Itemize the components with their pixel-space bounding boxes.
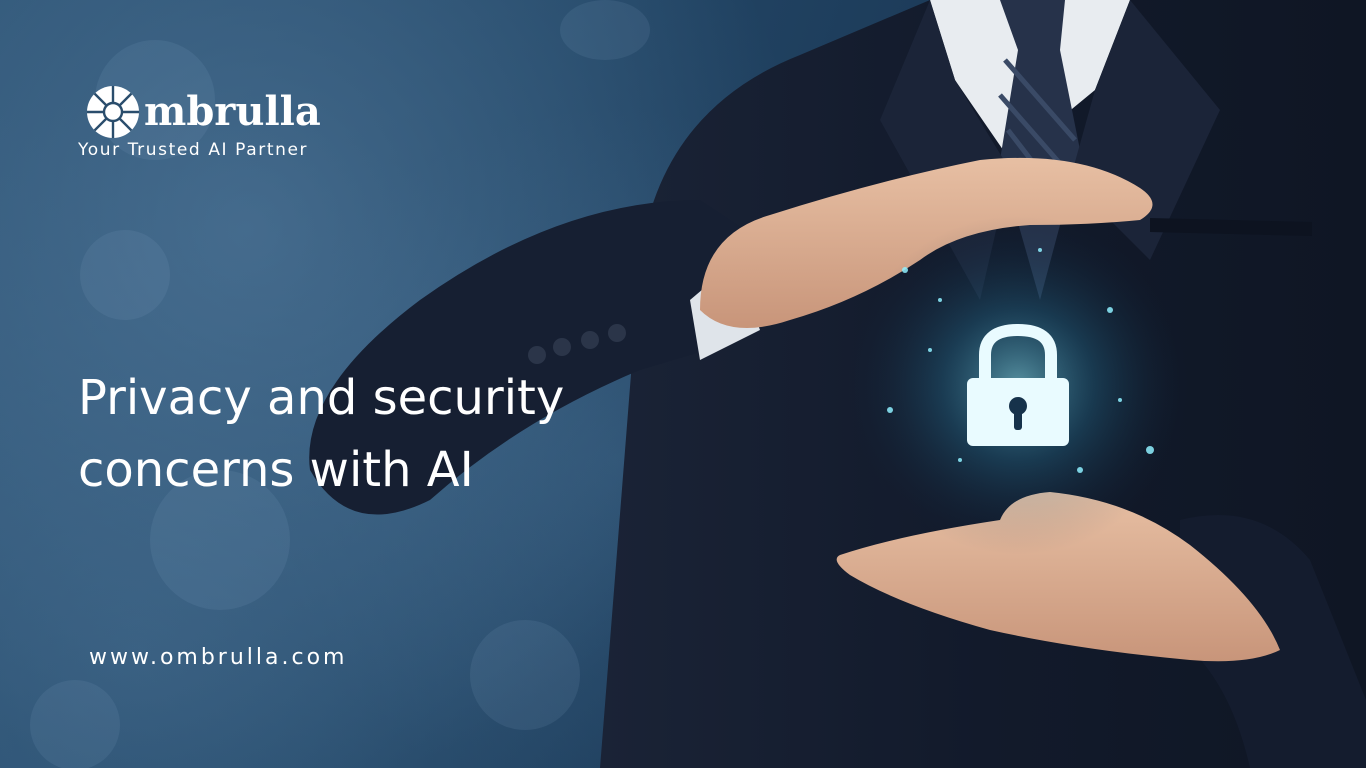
website-link[interactable]: www.ombrulla.com — [89, 645, 347, 670]
umbrella-flower-icon — [87, 86, 139, 138]
brand-logo[interactable]: mbrulla — [84, 80, 354, 144]
headline-line-1: Privacy and security — [78, 370, 565, 426]
brand-tagline: Your Trusted AI Partner — [78, 140, 309, 160]
page-title: Privacy and security concerns with AI — [78, 362, 638, 506]
banner: mbrulla Your Trusted AI Partner Privacy … — [0, 0, 1366, 768]
headline-line-2: concerns with AI — [78, 442, 474, 498]
brand-name: mbrulla — [144, 88, 321, 135]
